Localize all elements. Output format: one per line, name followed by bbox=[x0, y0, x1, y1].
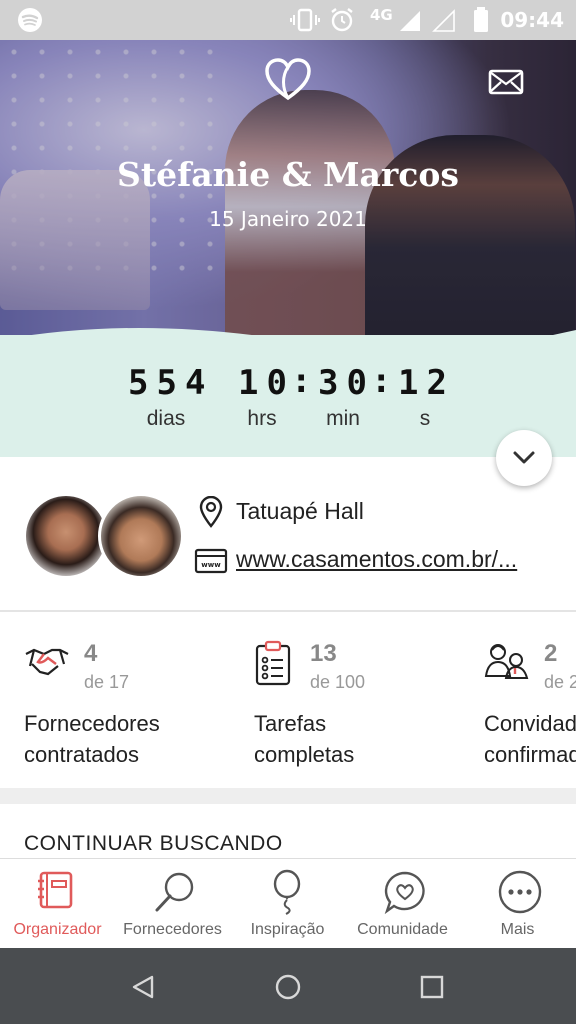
nav-inspiracao[interactable]: Inspiração bbox=[230, 859, 345, 949]
nav-mais[interactable]: Mais bbox=[460, 859, 575, 949]
nav-organizador-label: Organizador bbox=[13, 921, 102, 938]
countdown-seconds-label: s bbox=[419, 407, 431, 430]
nav-comunidade-label: Comunidade bbox=[357, 921, 448, 938]
web-icon: www bbox=[194, 548, 228, 574]
chevron-down-icon bbox=[513, 451, 535, 464]
handshake-icon bbox=[25, 648, 69, 676]
home-icon[interactable] bbox=[274, 974, 302, 1000]
divider bbox=[0, 610, 576, 612]
signal-empty-icon bbox=[432, 9, 455, 32]
countdown-hours: 10 bbox=[238, 363, 295, 403]
groom-avatar[interactable] bbox=[98, 493, 184, 579]
nav-inspiracao-label: Inspiração bbox=[250, 921, 325, 938]
stat-tasks-count: 13 bbox=[310, 640, 337, 667]
stat-vendors-total: de 17 bbox=[84, 672, 130, 692]
svg-text:www: www bbox=[201, 561, 221, 569]
stat-guests[interactable]: 2 de 2 Convidados confirmados bbox=[484, 636, 576, 776]
planner-icon bbox=[38, 871, 73, 909]
alarm-icon bbox=[331, 8, 353, 32]
stat-vendors-label: Fornecedores contratados bbox=[24, 708, 160, 770]
more-icon bbox=[498, 870, 542, 914]
stat-guests-label-line1: Convidados bbox=[484, 711, 576, 736]
spotify-icon bbox=[18, 8, 42, 32]
stat-tasks[interactable]: 13 de 100 Tarefas completas bbox=[254, 636, 484, 776]
venue-name: Tatuapé Hall bbox=[236, 498, 364, 524]
stat-vendors-count: 4 bbox=[84, 640, 98, 667]
stat-tasks-label-line2: completas bbox=[254, 742, 355, 767]
vibrate-icon bbox=[290, 8, 320, 32]
countdown-minutes-label: min bbox=[326, 407, 360, 430]
wedding-date: 15 Janeiro 2021 bbox=[209, 207, 367, 231]
countdown-hours-label: hrs bbox=[247, 407, 277, 430]
bride-avatar[interactable] bbox=[26, 496, 106, 576]
chat-heart-icon bbox=[384, 871, 425, 915]
search-icon bbox=[155, 872, 194, 912]
status-time: 09:44 bbox=[500, 8, 564, 32]
countdown-seconds: 12 bbox=[398, 363, 455, 403]
countdown-minutes: 30 bbox=[318, 363, 375, 403]
recents-icon[interactable] bbox=[418, 974, 446, 1000]
countdown-separator: : bbox=[371, 361, 392, 401]
back-icon[interactable] bbox=[130, 974, 158, 1000]
status-bar: 4G 09:44 bbox=[0, 0, 576, 40]
system-nav-bar bbox=[0, 948, 576, 1024]
checklist-icon bbox=[255, 640, 291, 686]
expand-button[interactable] bbox=[496, 430, 552, 486]
stat-guests-label-line2: confirmados bbox=[484, 742, 576, 767]
countdown-days: 554 bbox=[128, 363, 214, 403]
bottom-nav: Organizador Fornecedores Inspiração Comu… bbox=[0, 858, 576, 949]
nav-organizador[interactable]: Organizador bbox=[0, 859, 115, 949]
battery-icon bbox=[474, 7, 488, 32]
balloon-icon bbox=[273, 869, 301, 915]
stat-vendors-label-line2: contratados bbox=[24, 742, 139, 767]
stat-guests-total: de 2 bbox=[544, 672, 576, 692]
couple-name: Stéfanie & Marcos bbox=[117, 155, 459, 194]
stat-tasks-label-line1: Tarefas bbox=[254, 711, 327, 736]
website-link[interactable]: www.casamentos.com.br/... bbox=[236, 546, 517, 573]
nav-fornecedores-label: Fornecedores bbox=[123, 921, 222, 938]
nav-fornecedores[interactable]: Fornecedores bbox=[115, 859, 230, 949]
stat-vendors[interactable]: 4 de 17 Fornecedores contratados bbox=[24, 636, 254, 776]
stat-guests-count: 2 bbox=[544, 640, 558, 667]
countdown: 554 10 : 30 : 12 dias hrs min s bbox=[0, 335, 576, 457]
nav-comunidade[interactable]: Comunidade bbox=[345, 859, 460, 949]
mail-icon[interactable] bbox=[484, 62, 528, 102]
location-pin-icon bbox=[199, 496, 223, 528]
guests-icon bbox=[484, 644, 529, 679]
network-type: 4G bbox=[370, 6, 393, 24]
stat-guests-label: Convidados confirmados bbox=[484, 708, 576, 770]
stat-tasks-label: Tarefas completas bbox=[254, 708, 354, 770]
heart-logo-icon bbox=[265, 58, 311, 101]
nav-mais-label: Mais bbox=[500, 921, 535, 938]
signal-icon bbox=[400, 11, 420, 31]
countdown-days-label: dias bbox=[146, 407, 186, 430]
countdown-separator: : bbox=[291, 361, 312, 401]
section-divider bbox=[0, 788, 576, 804]
continue-searching-title: CONTINUAR BUSCANDO bbox=[24, 832, 283, 855]
stat-vendors-label-line1: Fornecedores bbox=[24, 711, 160, 736]
stat-tasks-total: de 100 bbox=[310, 672, 366, 692]
